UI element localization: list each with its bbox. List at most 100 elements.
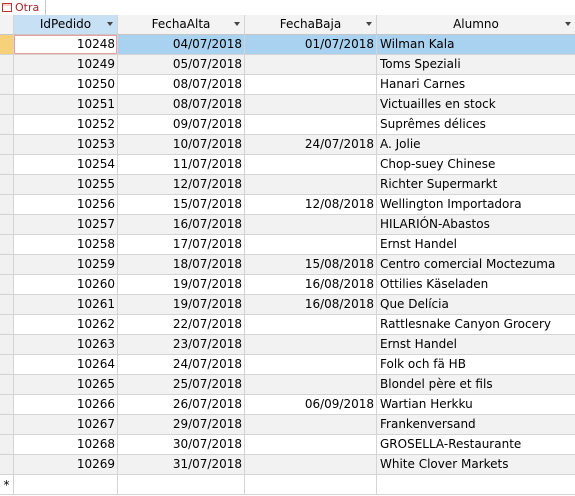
cell-alumno[interactable]: Victuailles en stock <box>377 95 575 115</box>
tab-otra[interactable]: Otra <box>0 0 46 15</box>
table-row[interactable]: 10266 26/07/2018 06/09/2018 Wartian Herkku <box>0 395 575 415</box>
cell-alumno[interactable]: Hanari Carnes <box>377 75 575 95</box>
cell-fechaalta[interactable]: 17/07/2018 <box>118 235 245 255</box>
record-selector[interactable] <box>0 435 14 455</box>
record-selector[interactable] <box>0 155 14 175</box>
cell-idpedido[interactable]: 10259 <box>14 255 118 275</box>
cell-idpedido[interactable]: 10252 <box>14 115 118 135</box>
record-selector[interactable] <box>0 275 14 295</box>
cell-alumno[interactable]: Que Delícia <box>377 295 575 315</box>
new-record-marker[interactable]: * <box>0 475 14 495</box>
cell-fechabaja[interactable]: 06/09/2018 <box>245 395 377 415</box>
filter-dropdown-icon[interactable] <box>565 22 571 26</box>
cell-alumno[interactable]: Blondel père et fils <box>377 375 575 395</box>
cell-fechabaja[interactable] <box>245 375 377 395</box>
cell-fechaalta[interactable]: 19/07/2018 <box>118 295 245 315</box>
record-selector[interactable] <box>0 415 14 435</box>
table-row[interactable]: 10263 23/07/2018 Ernst Handel <box>0 335 575 355</box>
new-record-row[interactable]: * <box>0 475 575 495</box>
cell-fechabaja[interactable] <box>245 155 377 175</box>
record-selector[interactable] <box>0 55 14 75</box>
cell-fechabaja[interactable] <box>245 115 377 135</box>
column-header-fechaalta[interactable]: FechaAlta <box>118 15 245 35</box>
table-row[interactable]: 10255 12/07/2018 Richter Supermarkt <box>0 175 575 195</box>
record-selector[interactable] <box>0 135 14 155</box>
cell-idpedido[interactable]: 10254 <box>14 155 118 175</box>
cell-alumno[interactable]: Ottilies Käseladen <box>377 275 575 295</box>
filter-dropdown-icon[interactable] <box>107 22 113 26</box>
cell-fechaalta[interactable]: 29/07/2018 <box>118 415 245 435</box>
cell-fechabaja[interactable] <box>245 315 377 335</box>
cell-idpedido[interactable]: 10269 <box>14 455 118 475</box>
cell-fechaalta[interactable]: 18/07/2018 <box>118 255 245 275</box>
new-cell-fechabaja[interactable] <box>245 475 377 495</box>
column-header-fechabaja[interactable]: FechaBaja <box>245 15 377 35</box>
record-selector[interactable] <box>0 355 14 375</box>
record-selector[interactable] <box>0 395 14 415</box>
cell-idpedido[interactable]: 10256 <box>14 195 118 215</box>
cell-alumno[interactable]: Folk och fä HB <box>377 355 575 375</box>
table-row[interactable]: 10261 19/07/2018 16/08/2018 Que Delícia <box>0 295 575 315</box>
cell-idpedido[interactable]: 10261 <box>14 295 118 315</box>
cell-fechabaja[interactable] <box>245 415 377 435</box>
table-row[interactable]: 10256 15/07/2018 12/08/2018 Wellington Impo… <box>0 195 575 215</box>
cell-idpedido[interactable]: 10253 <box>14 135 118 155</box>
record-selector[interactable] <box>0 175 14 195</box>
cell-alumno[interactable]: Wartian Herkku <box>377 395 575 415</box>
cell-alumno[interactable]: Centro comercial Moctezuma <box>377 255 575 275</box>
cell-fechabaja[interactable]: 15/08/2018 <box>245 255 377 275</box>
new-cell-idpedido[interactable] <box>14 475 118 495</box>
cell-fechabaja[interactable]: 16/08/2018 <box>245 275 377 295</box>
new-cell-alumno[interactable] <box>377 475 575 495</box>
cell-idpedido[interactable]: 10251 <box>14 95 118 115</box>
cell-idpedido[interactable]: 10258 <box>14 235 118 255</box>
table-row[interactable]: 10258 17/07/2018 Ernst Handel <box>0 235 575 255</box>
cell-alumno[interactable]: Ernst Handel <box>377 235 575 255</box>
cell-alumno[interactable]: Chop-suey Chinese <box>377 155 575 175</box>
table-row[interactable]: 10253 10/07/2018 24/07/2018 A. Jolie <box>0 135 575 155</box>
table-row[interactable]: 10249 05/07/2018 Toms Speziali <box>0 55 575 75</box>
cell-idpedido[interactable]: 10250 <box>14 75 118 95</box>
table-row[interactable]: 10264 24/07/2018 Folk och fä HB <box>0 355 575 375</box>
cell-fechaalta[interactable]: 31/07/2018 <box>118 455 245 475</box>
cell-alumno[interactable]: Ernst Handel <box>377 335 575 355</box>
cell-fechabaja[interactable] <box>245 215 377 235</box>
table-row[interactable]: 10252 09/07/2018 Suprêmes délices <box>0 115 575 135</box>
record-selector[interactable] <box>0 335 14 355</box>
table-row[interactable]: 10260 19/07/2018 16/08/2018 Ottilies Käsela… <box>0 275 575 295</box>
cell-fechaalta[interactable]: 24/07/2018 <box>118 355 245 375</box>
cell-fechabaja[interactable] <box>245 235 377 255</box>
cell-fechaalta[interactable]: 23/07/2018 <box>118 335 245 355</box>
record-selector[interactable] <box>0 35 14 55</box>
cell-alumno[interactable]: HILARIÓN-Abastos <box>377 215 575 235</box>
cell-alumno[interactable]: Wellington Importadora <box>377 195 575 215</box>
cell-alumno[interactable]: White Clover Markets <box>377 455 575 475</box>
cell-fechabaja[interactable] <box>245 435 377 455</box>
cell-fechabaja[interactable]: 24/07/2018 <box>245 135 377 155</box>
record-selector[interactable] <box>0 315 14 335</box>
cell-alumno[interactable]: Wilman Kala <box>377 35 575 55</box>
record-selector[interactable] <box>0 95 14 115</box>
cell-idpedido[interactable]: 10255 <box>14 175 118 195</box>
record-selector[interactable] <box>0 255 14 275</box>
cell-fechabaja[interactable] <box>245 355 377 375</box>
record-selector[interactable] <box>0 235 14 255</box>
cell-idpedido[interactable]: 10264 <box>14 355 118 375</box>
cell-fechaalta[interactable]: 09/07/2018 <box>118 115 245 135</box>
cell-alumno[interactable]: Suprêmes délices <box>377 115 575 135</box>
cell-idpedido[interactable]: 10268 <box>14 435 118 455</box>
new-cell-fechaalta[interactable] <box>118 475 245 495</box>
cell-alumno[interactable]: GROSELLA-Restaurante <box>377 435 575 455</box>
cell-idpedido[interactable]: 10265 <box>14 375 118 395</box>
cell-fechaalta[interactable]: 08/07/2018 <box>118 75 245 95</box>
cell-idpedido[interactable]: 10260 <box>14 275 118 295</box>
filter-dropdown-icon[interactable] <box>366 22 372 26</box>
cell-fechabaja[interactable]: 01/07/2018 <box>245 35 377 55</box>
cell-fechabaja[interactable]: 16/08/2018 <box>245 295 377 315</box>
record-selector[interactable] <box>0 75 14 95</box>
cell-fechabaja[interactable] <box>245 335 377 355</box>
cell-idpedido[interactable]: 10267 <box>14 415 118 435</box>
record-selector[interactable] <box>0 195 14 215</box>
cell-fechaalta[interactable]: 15/07/2018 <box>118 195 245 215</box>
cell-fechaalta[interactable]: 16/07/2018 <box>118 215 245 235</box>
